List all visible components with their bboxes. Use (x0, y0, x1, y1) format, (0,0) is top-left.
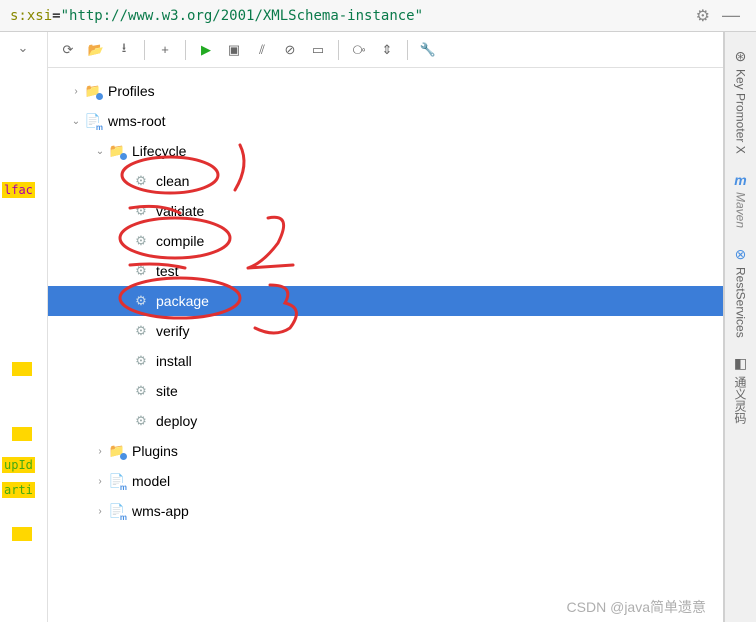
tree-model[interactable]: › 📄 model (48, 466, 723, 496)
goal-package[interactable]: ⚙ package (48, 286, 723, 316)
sidebar-tab-maven[interactable]: m Maven (730, 164, 752, 236)
gutter-highlight-3 (12, 527, 32, 541)
chevron-right-icon[interactable]: › (92, 476, 108, 487)
wrench-icon[interactable]: 🔧 (416, 38, 440, 62)
maven-toolbar: ⟳ 📂 ⭳ + ▶ ▣ ⫽ ⊘ ▭ ⧂ ⇕ 🔧 (48, 32, 723, 68)
chevron-right-icon[interactable]: › (68, 86, 84, 97)
goal-test[interactable]: ⚙ test (48, 256, 723, 286)
tree-label: Plugins (132, 443, 178, 459)
maven-module-icon: 📄 (84, 112, 102, 130)
tree-label: test (156, 263, 179, 279)
gutter-token-2: upId (2, 457, 35, 473)
dependencies-icon[interactable]: ⧂ (347, 38, 371, 62)
promoter-icon: ⊛ (735, 48, 747, 65)
xml-eq: = (52, 8, 60, 24)
goal-site[interactable]: ⚙ site (48, 376, 723, 406)
gutter-token-3: arti (2, 482, 35, 498)
gutter-chevron-icon[interactable]: ⌄ (12, 40, 34, 56)
gear-icon: ⚙ (132, 262, 150, 280)
run-icon[interactable]: ▶ (194, 38, 218, 62)
sidebar-tab-rest[interactable]: ⊗ RestServices (730, 238, 752, 346)
tree-profiles[interactable]: › 📁 Profiles (48, 76, 723, 106)
tree-label: Lifecycle (132, 143, 186, 159)
stop-icon[interactable]: ⊘ (278, 38, 302, 62)
tree-label: clean (156, 173, 189, 189)
tongyi-icon: ◧ (734, 355, 747, 372)
folder-gear-icon: 📁 (84, 82, 102, 100)
goal-install[interactable]: ⚙ install (48, 346, 723, 376)
tree-label: compile (156, 233, 204, 249)
tree-label: site (156, 383, 178, 399)
plus-icon[interactable]: + (153, 38, 177, 62)
tree-wms-root[interactable]: ⌄ 📄 wms-root (48, 106, 723, 136)
minimize-icon[interactable]: — (716, 5, 746, 26)
tree-label: deploy (156, 413, 197, 429)
gear-icon: ⚙ (132, 232, 150, 250)
gear-icon: ⚙ (132, 382, 150, 400)
tree-label: Profiles (108, 83, 155, 99)
maven-icon: m (734, 172, 746, 188)
gear-icon: ⚙ (132, 172, 150, 190)
tree-plugins[interactable]: › 📁 Plugins (48, 436, 723, 466)
watermark: CSDN @java简单遗意 (567, 597, 706, 617)
right-tool-sidebar: ⊛ Key Promoter X m Maven ⊗ RestServices … (724, 32, 756, 622)
goal-deploy[interactable]: ⚙ deploy (48, 406, 723, 436)
tree-label: wms-app (132, 503, 189, 519)
chevron-down-icon[interactable]: ⌄ (68, 116, 84, 127)
maven-tree: › 📁 Profiles ⌄ 📄 wms-root ⌄ 📁 Lifecycle … (48, 68, 723, 622)
xml-val: "http://www.w3.org/2001/XMLSchema-instan… (61, 8, 423, 24)
rest-icon: ⊗ (735, 246, 747, 263)
gear-icon: ⚙ (132, 322, 150, 340)
chevron-right-icon[interactable]: › (92, 446, 108, 457)
add-project-icon[interactable]: 📂 (84, 38, 108, 62)
xml-attr: s:xsi (10, 8, 52, 24)
collapse-all-icon[interactable]: ⇕ (375, 38, 399, 62)
maven-module-icon: 📄 (108, 502, 126, 520)
download-icon[interactable]: ⭳ (112, 38, 136, 62)
goal-verify[interactable]: ⚙ verify (48, 316, 723, 346)
maven-module-icon: 📄 (108, 472, 126, 490)
folder-gear-icon: 📁 (108, 142, 126, 160)
gear-icon: ⚙ (132, 292, 150, 310)
goal-compile[interactable]: ⚙ compile (48, 226, 723, 256)
chevron-right-icon[interactable]: › (92, 506, 108, 517)
settings-gear-icon[interactable]: ⚙ (690, 6, 716, 26)
execute-icon[interactable]: ▣ (222, 38, 246, 62)
refresh-icon[interactable]: ⟳ (56, 38, 80, 62)
tree-lifecycle[interactable]: ⌄ 📁 Lifecycle (48, 136, 723, 166)
gear-icon: ⚙ (132, 352, 150, 370)
chevron-down-icon[interactable]: ⌄ (92, 146, 108, 157)
skip-tests-icon[interactable]: ⫽ (250, 38, 274, 62)
offline-icon[interactable]: ▭ (306, 38, 330, 62)
tree-label: install (156, 353, 192, 369)
gutter-token-1: lfac (2, 182, 35, 198)
tree-label: validate (156, 203, 204, 219)
tree-label: model (132, 473, 170, 489)
goal-clean[interactable]: ⚙ clean (48, 166, 723, 196)
sidebar-tab-tongyi[interactable]: ◧ 通义灵码 (728, 347, 753, 432)
gutter-highlight-1 (12, 362, 32, 376)
tree-wms-app[interactable]: › 📄 wms-app (48, 496, 723, 526)
sidebar-tab-key-promoter[interactable]: ⊛ Key Promoter X (730, 40, 752, 162)
tree-label: verify (156, 323, 189, 339)
tree-label: package (156, 293, 209, 309)
tree-label: wms-root (108, 113, 166, 129)
editor-gutter: ⌄ lfac upId arti (0, 32, 48, 622)
gear-icon: ⚙ (132, 202, 150, 220)
folder-gear-icon: 📁 (108, 442, 126, 460)
gear-icon: ⚙ (132, 412, 150, 430)
gutter-highlight-2 (12, 427, 32, 441)
goal-validate[interactable]: ⚙ validate (48, 196, 723, 226)
